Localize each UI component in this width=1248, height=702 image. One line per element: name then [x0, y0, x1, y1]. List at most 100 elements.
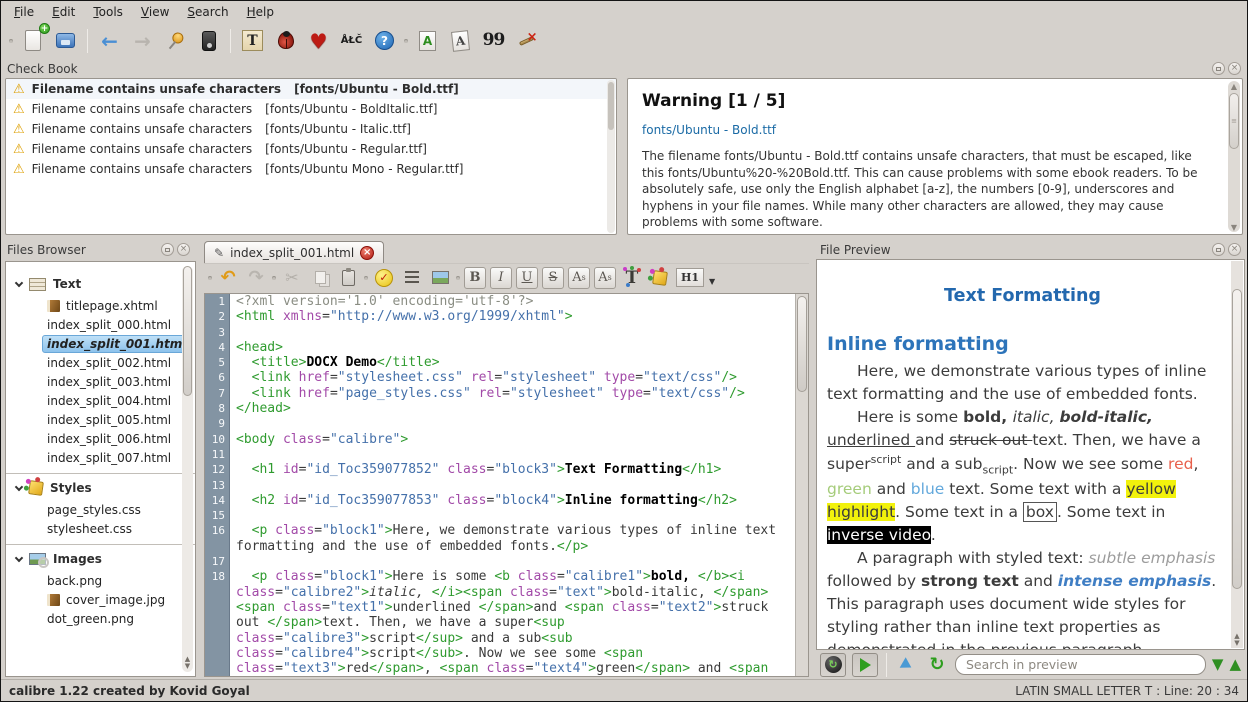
- code-line[interactable]: 10<body class="calibre">: [205, 432, 808, 447]
- live-preview-toggle[interactable]: [852, 653, 878, 677]
- chevron-down-icon[interactable]: [15, 482, 23, 490]
- save-button[interactable]: [52, 27, 79, 54]
- file-section-styles[interactable]: Styles: [6, 476, 195, 500]
- file-tree-item[interactable]: page_styles.css: [42, 501, 185, 519]
- menu-help[interactable]: Help: [238, 3, 283, 21]
- bold-button[interactable]: B: [464, 267, 486, 289]
- new-file-button[interactable]: +: [19, 27, 46, 54]
- auto-reload-toggle[interactable]: ↻: [820, 653, 846, 677]
- code-editor[interactable]: 1<?xml version='1.0' encoding='utf-8'?>2…: [204, 293, 809, 677]
- strikethrough-button[interactable]: S: [542, 267, 564, 289]
- file-tree-item[interactable]: back.png: [42, 572, 185, 590]
- code-line[interactable]: 9​: [205, 416, 808, 431]
- sync-position-button[interactable]: [895, 653, 919, 677]
- italic-button[interactable]: I: [490, 267, 512, 289]
- menu-tools[interactable]: Tools: [84, 3, 132, 21]
- file-tree-item[interactable]: index_split_006.html: [42, 430, 185, 448]
- file-tree-item[interactable]: cover_image.jpg: [42, 591, 185, 609]
- file-section-images[interactable]: Images: [6, 547, 195, 571]
- subscript-button[interactable]: As: [568, 267, 590, 289]
- refresh-preview-button[interactable]: ↻: [925, 653, 949, 677]
- float-panel-button[interactable]: [1212, 243, 1225, 256]
- redo-button[interactable]: ↷: [244, 266, 268, 290]
- warning-list-item[interactable]: ⚠Filename contains unsafe characters[fon…: [6, 99, 616, 119]
- text-color-button[interactable]: T: [620, 266, 644, 290]
- code-scrollbar[interactable]: [795, 294, 808, 676]
- go-forward-button[interactable]: →: [129, 27, 156, 54]
- arrange-button[interactable]: A: [414, 27, 441, 54]
- code-line[interactable]: 13​: [205, 478, 808, 493]
- warning-list-item[interactable]: ⚠Filename contains unsafe characters[fon…: [6, 79, 616, 99]
- paste-button[interactable]: [336, 266, 360, 290]
- code-line[interactable]: 18 <p class="block1">Here is some <b cla…: [205, 569, 808, 676]
- undo-button[interactable]: ↶: [216, 266, 240, 290]
- code-line[interactable]: 3​: [205, 325, 808, 340]
- warning-details-scrollbar[interactable]: ▲≡▼: [1228, 81, 1240, 232]
- code-line[interactable]: 7 <link href="page_styles.css" rel="styl…: [205, 386, 808, 401]
- menu-edit[interactable]: Edit: [43, 3, 84, 21]
- tab-index-split-001[interactable]: ✎ index_split_001.html ×: [204, 241, 384, 263]
- beautify-button[interactable]: [400, 266, 424, 290]
- file-tree-item[interactable]: index_split_000.html: [42, 316, 185, 334]
- close-panel-button[interactable]: ×: [1228, 62, 1241, 75]
- pin-button[interactable]: [162, 27, 189, 54]
- menu-file[interactable]: File: [5, 3, 43, 21]
- code-line[interactable]: 16 <p class="block1">Here, we demonstrat…: [205, 523, 808, 554]
- manage-fonts-button[interactable]: T: [239, 27, 266, 54]
- help-button[interactable]: ?: [371, 27, 398, 54]
- code-line[interactable]: 17​: [205, 554, 808, 569]
- code-line[interactable]: 5 <title>DOCX Demo</title>: [205, 355, 808, 370]
- styles-button[interactable]: [648, 266, 672, 290]
- code-line[interactable]: 11​: [205, 447, 808, 462]
- check-book-button[interactable]: [272, 27, 299, 54]
- code-line[interactable]: 2<html xmlns="http://www.w3.org/1999/xht…: [205, 309, 808, 324]
- code-line[interactable]: 8</head>: [205, 401, 808, 416]
- file-tree-item[interactable]: titlepage.xhtml: [42, 297, 185, 315]
- donate-button[interactable]: ♥: [305, 27, 332, 54]
- device-button[interactable]: [195, 27, 222, 54]
- superscript-button[interactable]: As: [594, 267, 616, 289]
- go-back-button[interactable]: ←: [96, 27, 123, 54]
- close-panel-button[interactable]: ×: [1228, 243, 1241, 256]
- special-character-button[interactable]: A: [447, 27, 474, 54]
- code-line[interactable]: 6 <link href="stylesheet.css" rel="style…: [205, 370, 808, 385]
- remove-unused-css-button[interactable]: ×: [513, 27, 540, 54]
- insert-image-button[interactable]: [428, 266, 452, 290]
- warning-file-link[interactable]: fonts/Ubuntu - Bold.ttf: [642, 123, 776, 137]
- file-tree-item[interactable]: index_split_005.html: [42, 411, 185, 429]
- toolbar-grip[interactable]: [208, 276, 212, 280]
- copy-button[interactable]: [308, 266, 332, 290]
- find-next-button[interactable]: ▼: [1212, 657, 1224, 672]
- warning-list-item[interactable]: ⚠Filename contains unsafe characters[fon…: [6, 139, 616, 159]
- code-lines[interactable]: 1<?xml version='1.0' encoding='utf-8'?>2…: [205, 294, 808, 676]
- heading-level-select[interactable]: H1: [676, 268, 704, 287]
- code-line[interactable]: 1<?xml version='1.0' encoding='utf-8'?>: [205, 294, 808, 309]
- code-line[interactable]: 12 <h1 id="id_Toc359077852" class="block…: [205, 462, 808, 477]
- files-scrollbar[interactable]: ▲▼: [182, 266, 193, 672]
- close-panel-button[interactable]: ×: [177, 243, 190, 256]
- file-tree-item[interactable]: dot_green.png: [42, 610, 185, 628]
- spell-check-button[interactable]: ÅŁČ: [338, 27, 365, 54]
- code-line[interactable]: 14 <h2 id="id_Toc359077853" class="block…: [205, 493, 808, 508]
- menu-view[interactable]: View: [132, 3, 178, 21]
- code-line[interactable]: 15​: [205, 508, 808, 523]
- float-panel-button[interactable]: [161, 243, 174, 256]
- file-tree-item[interactable]: index_split_001.html: [42, 335, 185, 353]
- tab-close-button[interactable]: ×: [360, 246, 374, 260]
- cut-button[interactable]: ✂: [280, 266, 304, 290]
- chevron-down-icon[interactable]: [15, 553, 23, 561]
- file-tree-item[interactable]: stylesheet.css: [42, 520, 185, 538]
- underline-button[interactable]: U: [516, 267, 538, 289]
- warning-list-item[interactable]: ⚠Filename contains unsafe characters[fon…: [6, 119, 616, 139]
- warning-list-item[interactable]: ⚠Filename contains unsafe characters[fon…: [6, 159, 616, 179]
- preview-document[interactable]: Text FormattingInline formattingHere, we…: [816, 259, 1245, 650]
- file-tree-item[interactable]: index_split_003.html: [42, 373, 185, 391]
- preview-search-input[interactable]: [955, 654, 1206, 675]
- find-previous-button[interactable]: ▲: [1229, 657, 1241, 672]
- fix-html-button[interactable]: ✓: [372, 266, 396, 290]
- menu-search[interactable]: Search: [178, 3, 237, 21]
- chevron-down-icon[interactable]: [15, 278, 23, 286]
- file-tree-item[interactable]: index_split_007.html: [42, 449, 185, 467]
- warning-list-scrollbar[interactable]: [607, 80, 615, 233]
- preview-scrollbar[interactable]: ▲▼: [1231, 261, 1243, 648]
